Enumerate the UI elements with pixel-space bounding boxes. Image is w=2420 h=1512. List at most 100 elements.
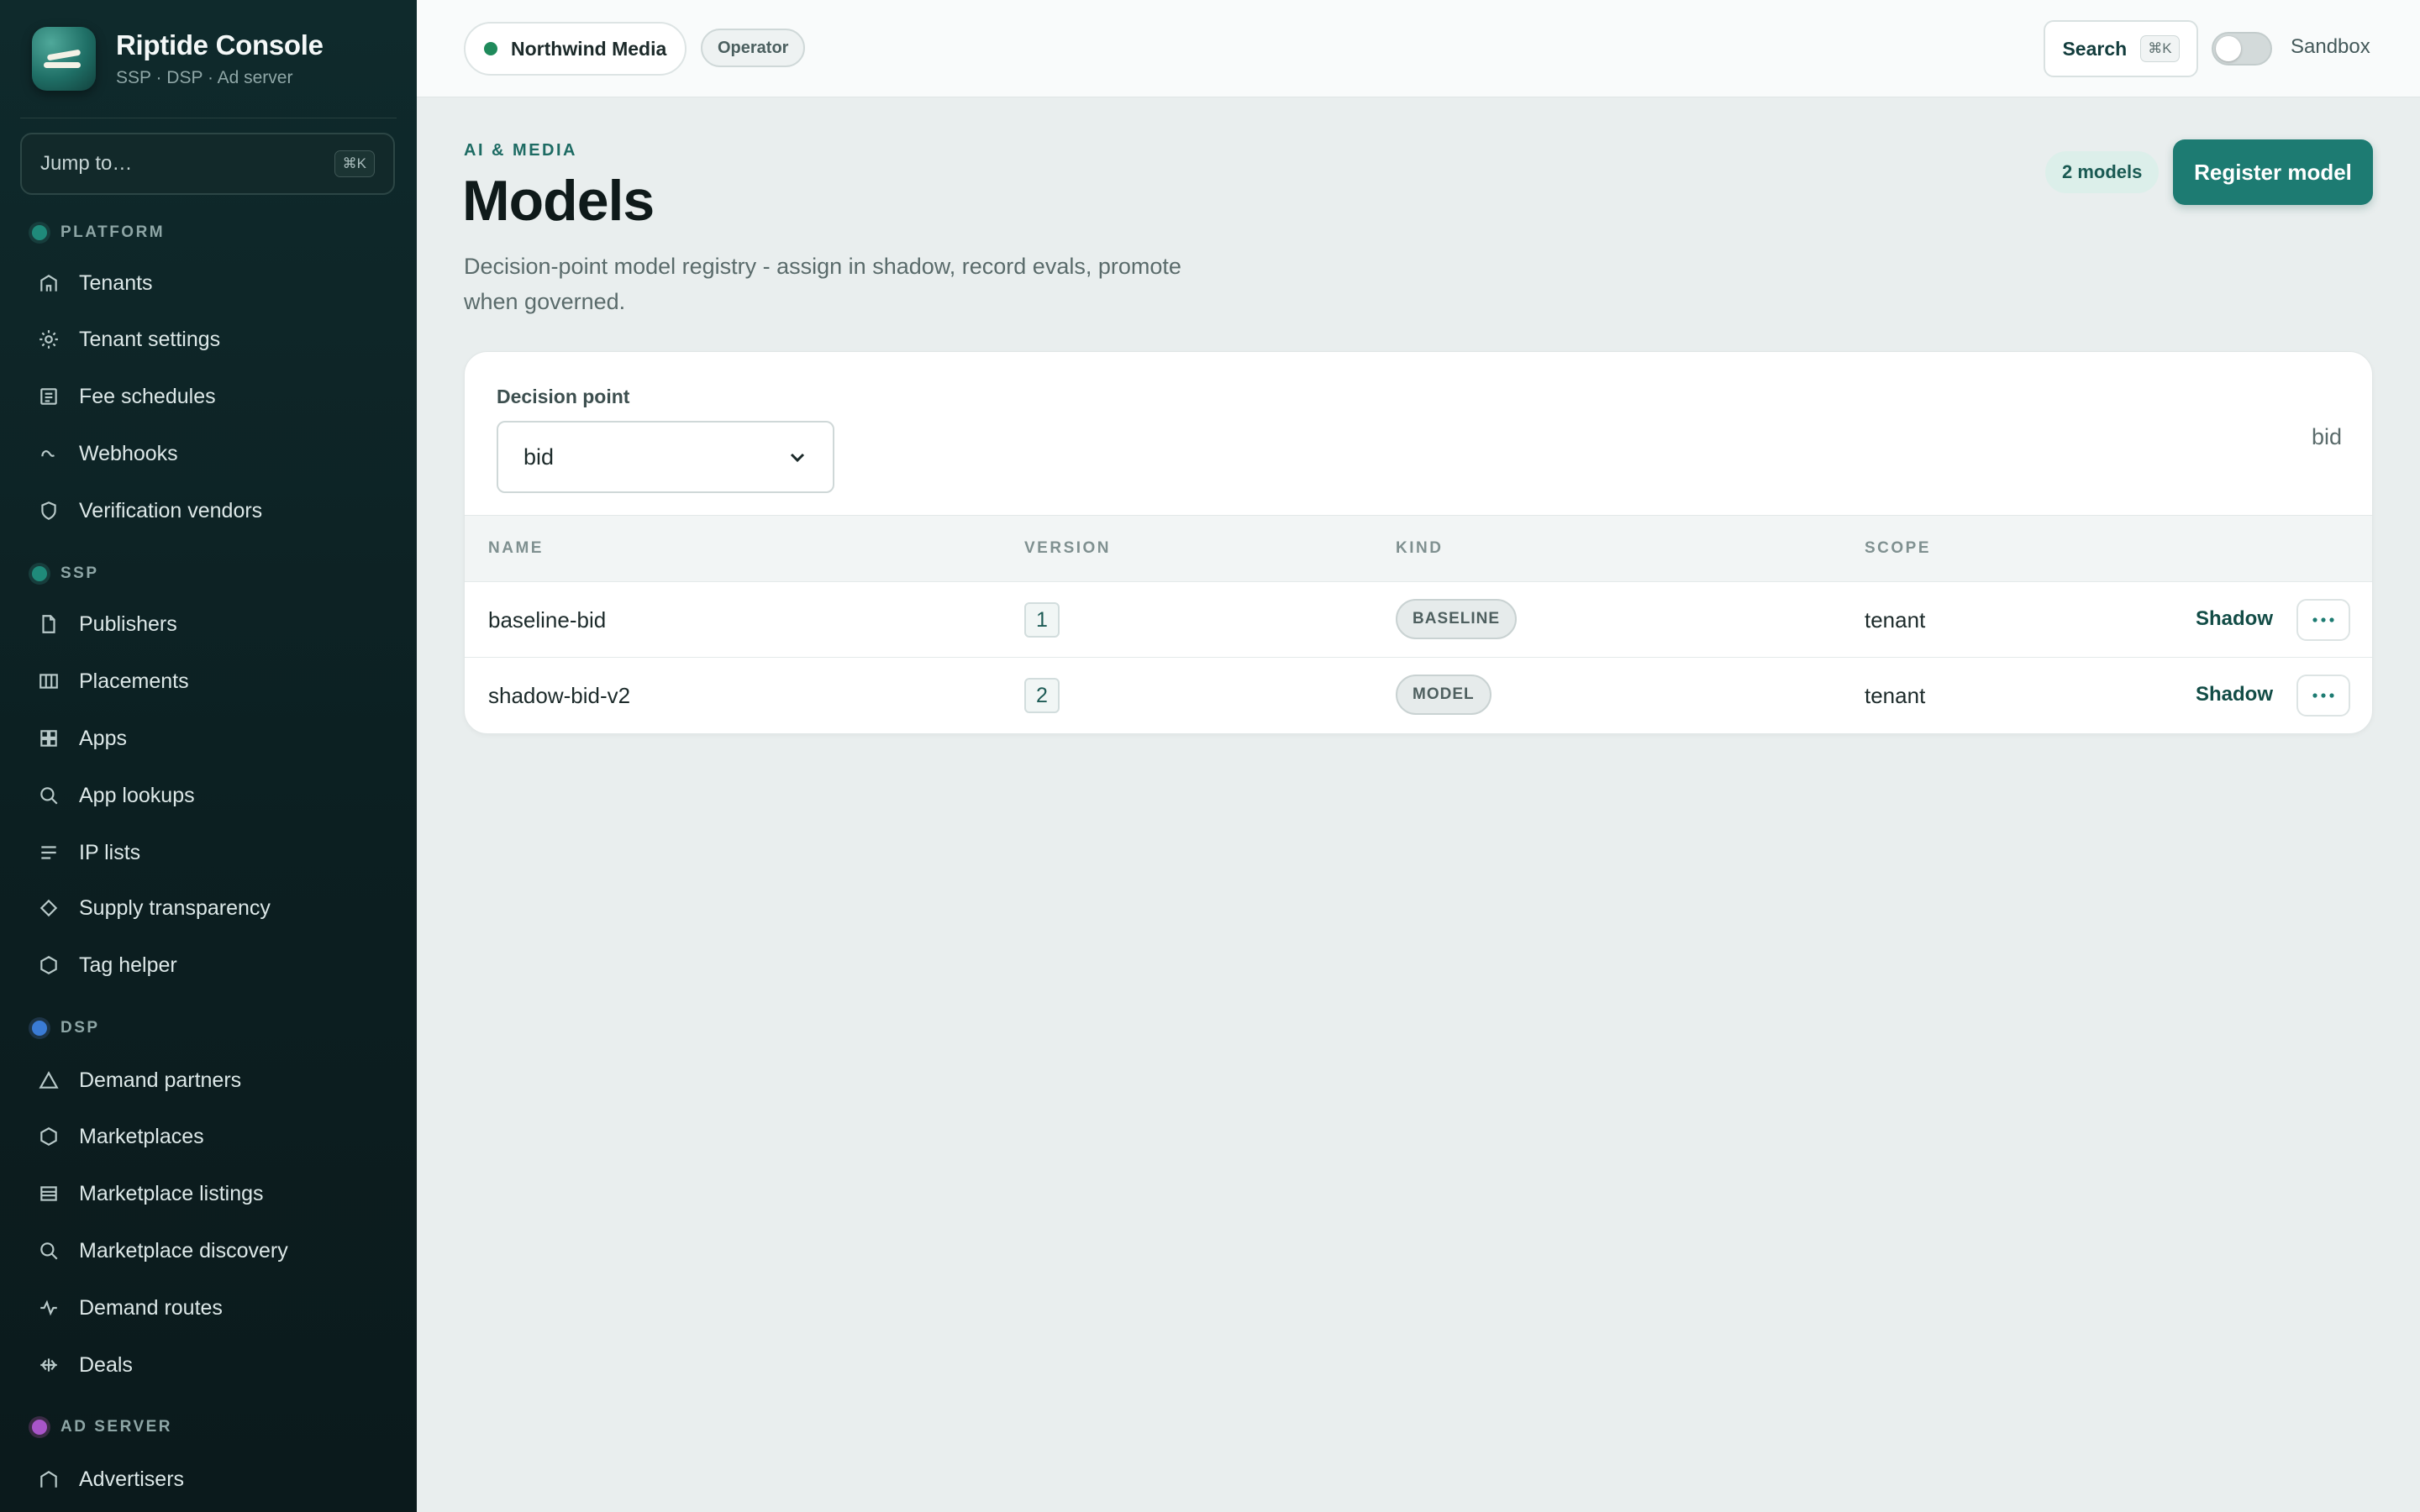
sidebar-item-label: Tenants	[79, 270, 153, 295]
models-count-badge: 2 models	[2045, 151, 2160, 193]
sidebar-item-label: Demand routes	[79, 1295, 223, 1320]
sidebar-item-marketplaces[interactable]: Marketplaces	[37, 1115, 204, 1158]
model-scope: tenant	[1865, 607, 1926, 633]
brand-title: Riptide Console	[116, 29, 324, 60]
tenant-name: Northwind Media	[511, 37, 667, 60]
search-button[interactable]: Search ⌘K	[2044, 20, 2198, 77]
sidebar-item-publishers[interactable]: Publishers	[37, 602, 177, 646]
sidebar-item-label: Marketplace listings	[79, 1181, 264, 1205]
section-label: PLATFORM	[60, 223, 166, 241]
file-icon	[37, 612, 60, 636]
platform-dot-icon	[32, 225, 47, 240]
ad-server-dot-icon	[32, 1420, 47, 1435]
brand-subtitle: SSP · DSP · Ad server	[116, 68, 293, 87]
sidebar-item-label: Demand partners	[79, 1068, 242, 1092]
sidebar-item-tenant-settings[interactable]: Tenant settings	[37, 318, 220, 361]
sidebar-item-apps[interactable]: Apps	[37, 717, 127, 760]
sidebar-item-label: Webhooks	[79, 441, 178, 465]
ellipsis-icon	[2312, 617, 2334, 622]
sidebar-item-label: IP lists	[79, 840, 141, 864]
toggle-knob	[2216, 36, 2241, 61]
gear-icon	[37, 328, 60, 351]
register-model-button[interactable]: Register model	[2173, 139, 2373, 205]
search-label: Search	[2062, 37, 2128, 60]
model-version: 1	[1024, 602, 1060, 638]
sidebar-item-marketplace-discovery[interactable]: Marketplace discovery	[37, 1229, 288, 1273]
tenant-status-dot-icon	[484, 42, 497, 55]
column-header-version[interactable]: VERSION	[1024, 539, 1111, 558]
model-name: shadow-bid-v2	[488, 683, 631, 708]
topbar: Northwind Media Operator Search ⌘K Sandb…	[417, 0, 2420, 97]
page-title: Models	[462, 169, 655, 233]
sidebar-item-label: Placements	[79, 669, 189, 693]
shield-icon	[37, 499, 60, 522]
current-decision-point: bid	[2311, 424, 2342, 449]
sidebar-item-placements[interactable]: Placements	[37, 659, 189, 703]
section-platform: PLATFORM	[32, 223, 165, 242]
deals-icon	[37, 1353, 60, 1377]
section-label: DSP	[60, 1019, 100, 1037]
brand[interactable]: Riptide Console SSP · DSP · Ad server	[32, 27, 324, 91]
sidebar-item-label: Deals	[79, 1352, 133, 1377]
chevron-down-icon	[787, 447, 808, 467]
tenant-switcher[interactable]: Northwind Media	[464, 22, 687, 76]
sidebar-item-marketplace-listings[interactable]: Marketplace listings	[37, 1172, 264, 1215]
page-eyebrow: AI & MEDIA	[464, 141, 577, 160]
pulse-icon	[37, 1296, 60, 1320]
sidebar-item-ip-lists[interactable]: IP lists	[37, 831, 140, 874]
shadow-button[interactable]: Shadow	[2196, 683, 2273, 706]
column-header-kind[interactable]: KIND	[1396, 539, 1443, 558]
model-kind-badge: MODEL	[1396, 675, 1491, 715]
column-header-name[interactable]: NAME	[488, 539, 544, 558]
sidebar-item-label: Fee schedules	[79, 384, 216, 408]
list-icon	[37, 841, 60, 864]
receipt-icon	[37, 385, 60, 408]
sidebar-item-label: Supply transparency	[79, 895, 271, 920]
section-ssp: SSP	[32, 564, 99, 583]
column-header-scope[interactable]: SCOPE	[1865, 539, 1931, 558]
decision-point-label: Decision point	[497, 386, 630, 407]
dsp-dot-icon	[32, 1021, 47, 1036]
building-icon	[37, 1467, 60, 1491]
sidebar-item-label: Tag helper	[79, 953, 177, 977]
models-card: Decision point bid bid NAME VERSION KIND…	[464, 351, 2373, 734]
more-actions-button[interactable]	[2296, 599, 2350, 641]
sidebar-item-demand-routes[interactable]: Demand routes	[37, 1286, 223, 1330]
sidebar-item-fee-schedules[interactable]: Fee schedules	[37, 375, 216, 418]
webhook-icon	[37, 442, 60, 465]
sidebar-item-label: Marketplaces	[79, 1124, 204, 1148]
table-row[interactable]: shadow-bid-v2 2 MODEL tenant Shadow	[465, 658, 2372, 733]
diamond-icon	[37, 896, 60, 920]
section-dsp: DSP	[32, 1019, 100, 1037]
decision-point-value: bid	[523, 444, 555, 470]
columns-icon	[37, 669, 60, 693]
sandbox-label: Sandbox	[2291, 35, 2370, 58]
sidebar-item-advertisers[interactable]: Advertisers	[37, 1457, 184, 1501]
decision-point-select[interactable]: bid	[497, 421, 834, 493]
model-scope: tenant	[1865, 683, 1926, 708]
sidebar-item-label: Tenant settings	[79, 327, 221, 351]
jump-shortcut-badge: ⌘K	[334, 150, 375, 177]
riptide-logo-icon	[32, 27, 96, 91]
sidebar-item-app-lookups[interactable]: App lookups	[37, 774, 195, 817]
jump-to-input[interactable]: Jump to… ⌘K	[20, 133, 395, 195]
sidebar-item-deals[interactable]: Deals	[37, 1343, 133, 1387]
shadow-button[interactable]: Shadow	[2196, 607, 2273, 631]
hexagon-icon	[37, 953, 60, 977]
sidebar-item-demand-partners[interactable]: Demand partners	[37, 1058, 241, 1102]
sidebar-item-verification-vendors[interactable]: Verification vendors	[37, 489, 262, 533]
section-label: AD SERVER	[60, 1418, 173, 1436]
sidebar-item-tag-helper[interactable]: Tag helper	[37, 943, 177, 987]
jump-to-label: Jump to…	[40, 152, 133, 175]
hexagon-icon	[37, 1125, 60, 1148]
sidebar-item-supply-transparency[interactable]: Supply transparency	[37, 886, 271, 930]
model-kind-badge: BASELINE	[1396, 599, 1518, 639]
sandbox-toggle[interactable]	[2212, 32, 2272, 66]
sidebar-item-label: Marketplace discovery	[79, 1238, 288, 1263]
more-actions-button[interactable]	[2296, 675, 2350, 717]
table-row[interactable]: baseline-bid 1 BASELINE tenant Shadow	[465, 582, 2372, 658]
model-version: 2	[1024, 678, 1060, 713]
sidebar-item-webhooks[interactable]: Webhooks	[37, 432, 178, 475]
sidebar-item-tenants[interactable]: Tenants	[37, 261, 153, 305]
sidebar-item-label: Apps	[79, 726, 127, 750]
